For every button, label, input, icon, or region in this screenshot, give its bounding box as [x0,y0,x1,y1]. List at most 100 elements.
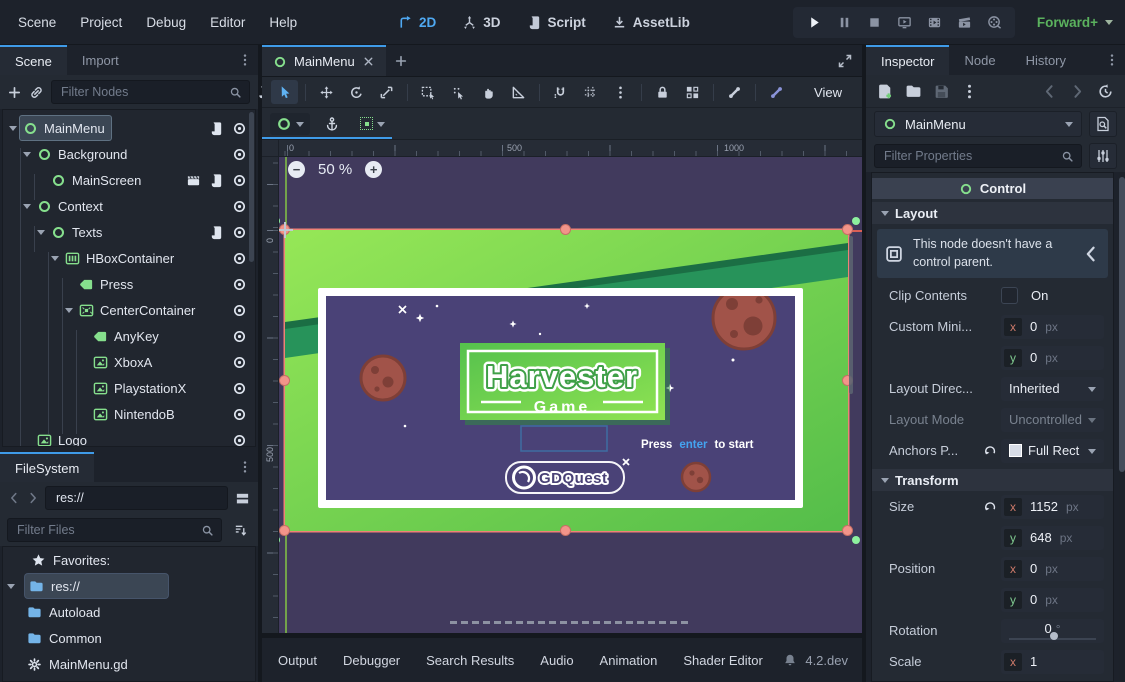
new-resource-button[interactable] [877,83,894,100]
filter-properties-field[interactable] [874,144,1082,168]
tree-node-xboxa[interactable]: XboxA [3,349,255,375]
selection-handle[interactable] [280,376,289,385]
2d-viewport[interactable]: Harvester Harvester Game Pressenterto st… [262,140,862,633]
menu-scene[interactable]: Scene [6,10,68,35]
visibility-icon[interactable] [232,277,247,292]
visibility-icon[interactable] [232,303,247,318]
ruler-tool-button[interactable] [505,80,532,104]
selection-handle[interactable] [280,526,289,535]
selection-handle[interactable] [561,225,570,234]
dock-menu-button[interactable] [1105,45,1125,75]
tree-node-context[interactable]: Context [3,193,255,219]
visibility-icon[interactable] [232,381,247,396]
list-select-button[interactable] [415,80,442,104]
visibility-icon[interactable] [232,355,247,370]
skeleton-button[interactable] [721,80,748,104]
scene-tab-mainmenu[interactable]: MainMenu [262,45,386,76]
workspace-assetlib[interactable]: AssetLib [612,15,690,30]
layout-direction-dropdown[interactable]: Inherited [1001,377,1104,401]
collapse-icon[interactable] [37,226,48,239]
visibility-icon[interactable] [232,251,247,266]
visibility-icon[interactable] [232,329,247,344]
play-button[interactable] [804,13,824,33]
add-node-button[interactable] [7,81,22,103]
history-back-button[interactable] [1041,83,1058,100]
dock-menu-button[interactable] [238,45,258,75]
anchor-mode-button[interactable] [270,113,310,135]
play-scene-button[interactable] [924,13,944,33]
tree-node-texts[interactable]: Texts [3,219,255,245]
instance-scene-button[interactable] [29,81,44,103]
scrollbar-thumb[interactable] [1119,177,1125,472]
object-history-button[interactable] [1097,83,1114,100]
tree-node-anykey[interactable]: AnyKey [3,323,255,349]
rotation-field[interactable]: 0° [1001,619,1104,643]
filter-properties-input[interactable] [882,148,1056,164]
anchor-presets-button[interactable] [354,114,391,134]
view-menu-button[interactable]: View [803,82,853,103]
size-y-field[interactable]: y 648 px [1001,526,1104,550]
collapse-icon[interactable] [23,148,34,161]
collapse-icon[interactable] [51,252,62,265]
anchor-button[interactable] [318,113,346,135]
fs-favorites[interactable]: Favorites: [3,547,255,573]
scale-x-field[interactable]: x 1 [1001,650,1104,674]
position-x-field[interactable]: x 0 px [1001,557,1104,581]
tree-node-mainscreen[interactable]: MainScreen [3,167,255,193]
distraction-free-button[interactable] [837,53,853,69]
tab-node[interactable]: Node [949,45,1010,75]
anchors-preset-dropdown[interactable]: Full Rect [1001,439,1104,463]
tree-node-nintendob[interactable]: NintendoB [3,401,255,427]
rotate-tool-button[interactable] [343,80,370,104]
revert-icon[interactable] [983,500,997,514]
bottom-tab-audio[interactable]: Audio [527,653,586,668]
inspector-scrollbar[interactable] [1119,172,1125,682]
stop-button[interactable] [864,13,884,33]
grid-snap-button[interactable] [577,80,604,104]
tree-node-logo[interactable]: Logo [3,427,255,447]
tree-node-background[interactable]: Background [3,141,255,167]
tree-node-mainmenu[interactable]: MainMenu [3,115,255,141]
zoom-out-button[interactable]: − [288,161,305,178]
revert-icon[interactable] [983,444,997,458]
collapse-icon[interactable] [65,304,76,317]
new-scene-tab-button[interactable] [386,45,416,76]
zoom-in-button[interactable]: + [365,161,382,178]
workspace-3d[interactable]: 3D [462,15,500,30]
bottom-tab-shader-editor[interactable]: Shader Editor [670,653,776,668]
tab-filesystem[interactable]: FileSystem [0,452,94,482]
lock-selected-button[interactable] [649,80,676,104]
scale-tool-button[interactable] [373,80,400,104]
menu-project[interactable]: Project [68,10,134,35]
workspace-2d[interactable]: 2D [398,15,436,30]
section-transform[interactable]: Transform [872,469,1113,491]
section-layout[interactable]: Layout [872,202,1113,224]
close-icon[interactable] [362,55,375,68]
size-x-field[interactable]: x 1152 px [1001,495,1104,519]
skeleton-options-button[interactable] [763,80,790,104]
select-tool-button[interactable] [271,80,298,104]
renderer-selector[interactable]: Forward+ [1037,0,1113,44]
fs-autoload[interactable]: Autoload [3,599,255,625]
split-mode-button[interactable] [233,487,251,509]
bottom-tab-animation[interactable]: Animation [587,653,671,668]
anchor-marker[interactable] [852,217,860,225]
visibility-icon[interactable] [232,121,247,136]
path-field[interactable] [45,486,228,510]
position-y-field[interactable]: y 0 px [1001,588,1104,612]
sort-files-button[interactable] [229,519,251,541]
filter-files-input[interactable] [15,522,196,538]
visibility-icon[interactable] [232,407,247,422]
filter-nodes-field[interactable] [51,80,250,104]
tree-node-playstationx[interactable]: PlaystationX [3,375,255,401]
tree-node-press[interactable]: Press [3,271,255,297]
workspace-script[interactable]: Script [527,15,586,30]
vertical-scrollbar[interactable] [849,236,853,394]
dock-menu-button[interactable] [238,452,258,482]
custom-min-x-field[interactable]: x 0 px [1001,315,1104,339]
zoom-level[interactable]: 50 % [318,161,352,178]
notification-bell-icon[interactable] [783,653,797,667]
visibility-icon[interactable] [232,225,247,240]
bottom-tab-debugger[interactable]: Debugger [330,653,413,668]
pan-tool-button[interactable] [475,80,502,104]
